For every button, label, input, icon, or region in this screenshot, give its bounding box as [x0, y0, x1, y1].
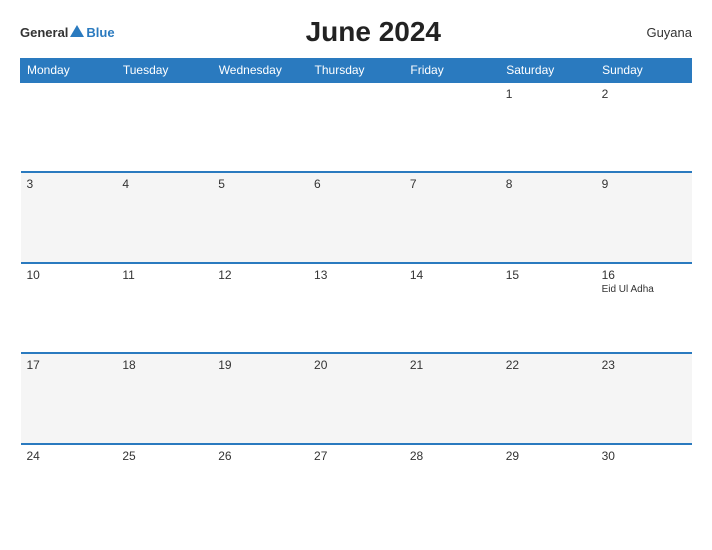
calendar-cell: 1 [500, 82, 596, 172]
calendar-header: MondayTuesdayWednesdayThursdayFridaySatu… [21, 59, 692, 83]
day-number: 18 [122, 358, 206, 372]
calendar-table: MondayTuesdayWednesdayThursdayFridaySatu… [20, 58, 692, 534]
calendar-cell [21, 82, 117, 172]
day-number: 25 [122, 449, 206, 463]
day-number: 21 [410, 358, 494, 372]
calendar-cell: 5 [212, 172, 308, 262]
day-number: 30 [602, 449, 686, 463]
calendar-cell: 7 [404, 172, 500, 262]
day-number: 13 [314, 268, 398, 282]
day-number: 10 [27, 268, 111, 282]
calendar-week-row: 10 11 12 13 14 15 16 Eid Ul Adha [21, 263, 692, 353]
day-number: 5 [218, 177, 302, 191]
day-number: 3 [27, 177, 111, 191]
weekday-header-row: MondayTuesdayWednesdayThursdayFridaySatu… [21, 59, 692, 83]
calendar-week-row: 24 25 26 27 28 29 30 [21, 444, 692, 534]
day-number: 24 [27, 449, 111, 463]
day-number: 2 [602, 87, 686, 101]
logo: General Blue [20, 26, 115, 39]
day-number: 27 [314, 449, 398, 463]
page-header: General Blue June 2024 Guyana [20, 16, 692, 48]
calendar-cell: 23 [596, 353, 692, 443]
calendar-cell: 11 [116, 263, 212, 353]
holiday-label: Eid Ul Adha [602, 284, 686, 295]
day-number: 1 [506, 87, 590, 101]
calendar-cell: 2 [596, 82, 692, 172]
calendar-cell: 4 [116, 172, 212, 262]
logo-general-text: General [20, 26, 68, 39]
day-number: 29 [506, 449, 590, 463]
calendar-cell: 26 [212, 444, 308, 534]
weekday-header-friday: Friday [404, 59, 500, 83]
day-number: 22 [506, 358, 590, 372]
calendar-week-row: 12 [21, 82, 692, 172]
day-number: 7 [410, 177, 494, 191]
calendar-body: 12345678910111213141516Eid Ul Adha171819… [21, 82, 692, 534]
calendar-cell [404, 82, 500, 172]
calendar-cell [116, 82, 212, 172]
calendar-week-row: 3456789 [21, 172, 692, 262]
logo-triangle-icon [70, 25, 84, 37]
calendar-cell: 10 [21, 263, 117, 353]
calendar-cell: 17 [21, 353, 117, 443]
day-number: 19 [218, 358, 302, 372]
calendar-cell: 18 [116, 353, 212, 443]
calendar-cell: 28 [404, 444, 500, 534]
calendar-title: June 2024 [115, 16, 632, 48]
weekday-header-saturday: Saturday [500, 59, 596, 83]
day-number: 17 [27, 358, 111, 372]
calendar-cell: 12 [212, 263, 308, 353]
weekday-header-thursday: Thursday [308, 59, 404, 83]
day-number: 28 [410, 449, 494, 463]
calendar-cell: 3 [21, 172, 117, 262]
day-number: 12 [218, 268, 302, 282]
day-number: 4 [122, 177, 206, 191]
day-number: 26 [218, 449, 302, 463]
day-number: 14 [410, 268, 494, 282]
day-number: 11 [122, 268, 206, 282]
calendar-cell: 8 [500, 172, 596, 262]
calendar-cell: 24 [21, 444, 117, 534]
calendar-cell: 19 [212, 353, 308, 443]
day-number: 15 [506, 268, 590, 282]
weekday-header-sunday: Sunday [596, 59, 692, 83]
day-number: 16 [602, 268, 686, 282]
weekday-header-monday: Monday [21, 59, 117, 83]
calendar-cell [308, 82, 404, 172]
calendar-cell: 27 [308, 444, 404, 534]
calendar-cell: 22 [500, 353, 596, 443]
weekday-header-wednesday: Wednesday [212, 59, 308, 83]
calendar-cell: 20 [308, 353, 404, 443]
country-label: Guyana [632, 25, 692, 40]
calendar-cell: 30 [596, 444, 692, 534]
calendar-week-row: 17 18 19 20 21 22 23 [21, 353, 692, 443]
calendar-cell: 25 [116, 444, 212, 534]
calendar-cell [212, 82, 308, 172]
calendar-cell: 15 [500, 263, 596, 353]
calendar-cell: 29 [500, 444, 596, 534]
calendar-cell: 14 [404, 263, 500, 353]
day-number: 23 [602, 358, 686, 372]
day-number: 6 [314, 177, 398, 191]
logo-blue-text: Blue [86, 26, 114, 39]
day-number: 9 [602, 177, 686, 191]
calendar-cell: 21 [404, 353, 500, 443]
calendar-cell: 6 [308, 172, 404, 262]
calendar-cell: 16 Eid Ul Adha [596, 263, 692, 353]
weekday-header-tuesday: Tuesday [116, 59, 212, 83]
calendar-cell: 13 [308, 263, 404, 353]
day-number: 20 [314, 358, 398, 372]
day-number: 8 [506, 177, 590, 191]
calendar-cell: 9 [596, 172, 692, 262]
